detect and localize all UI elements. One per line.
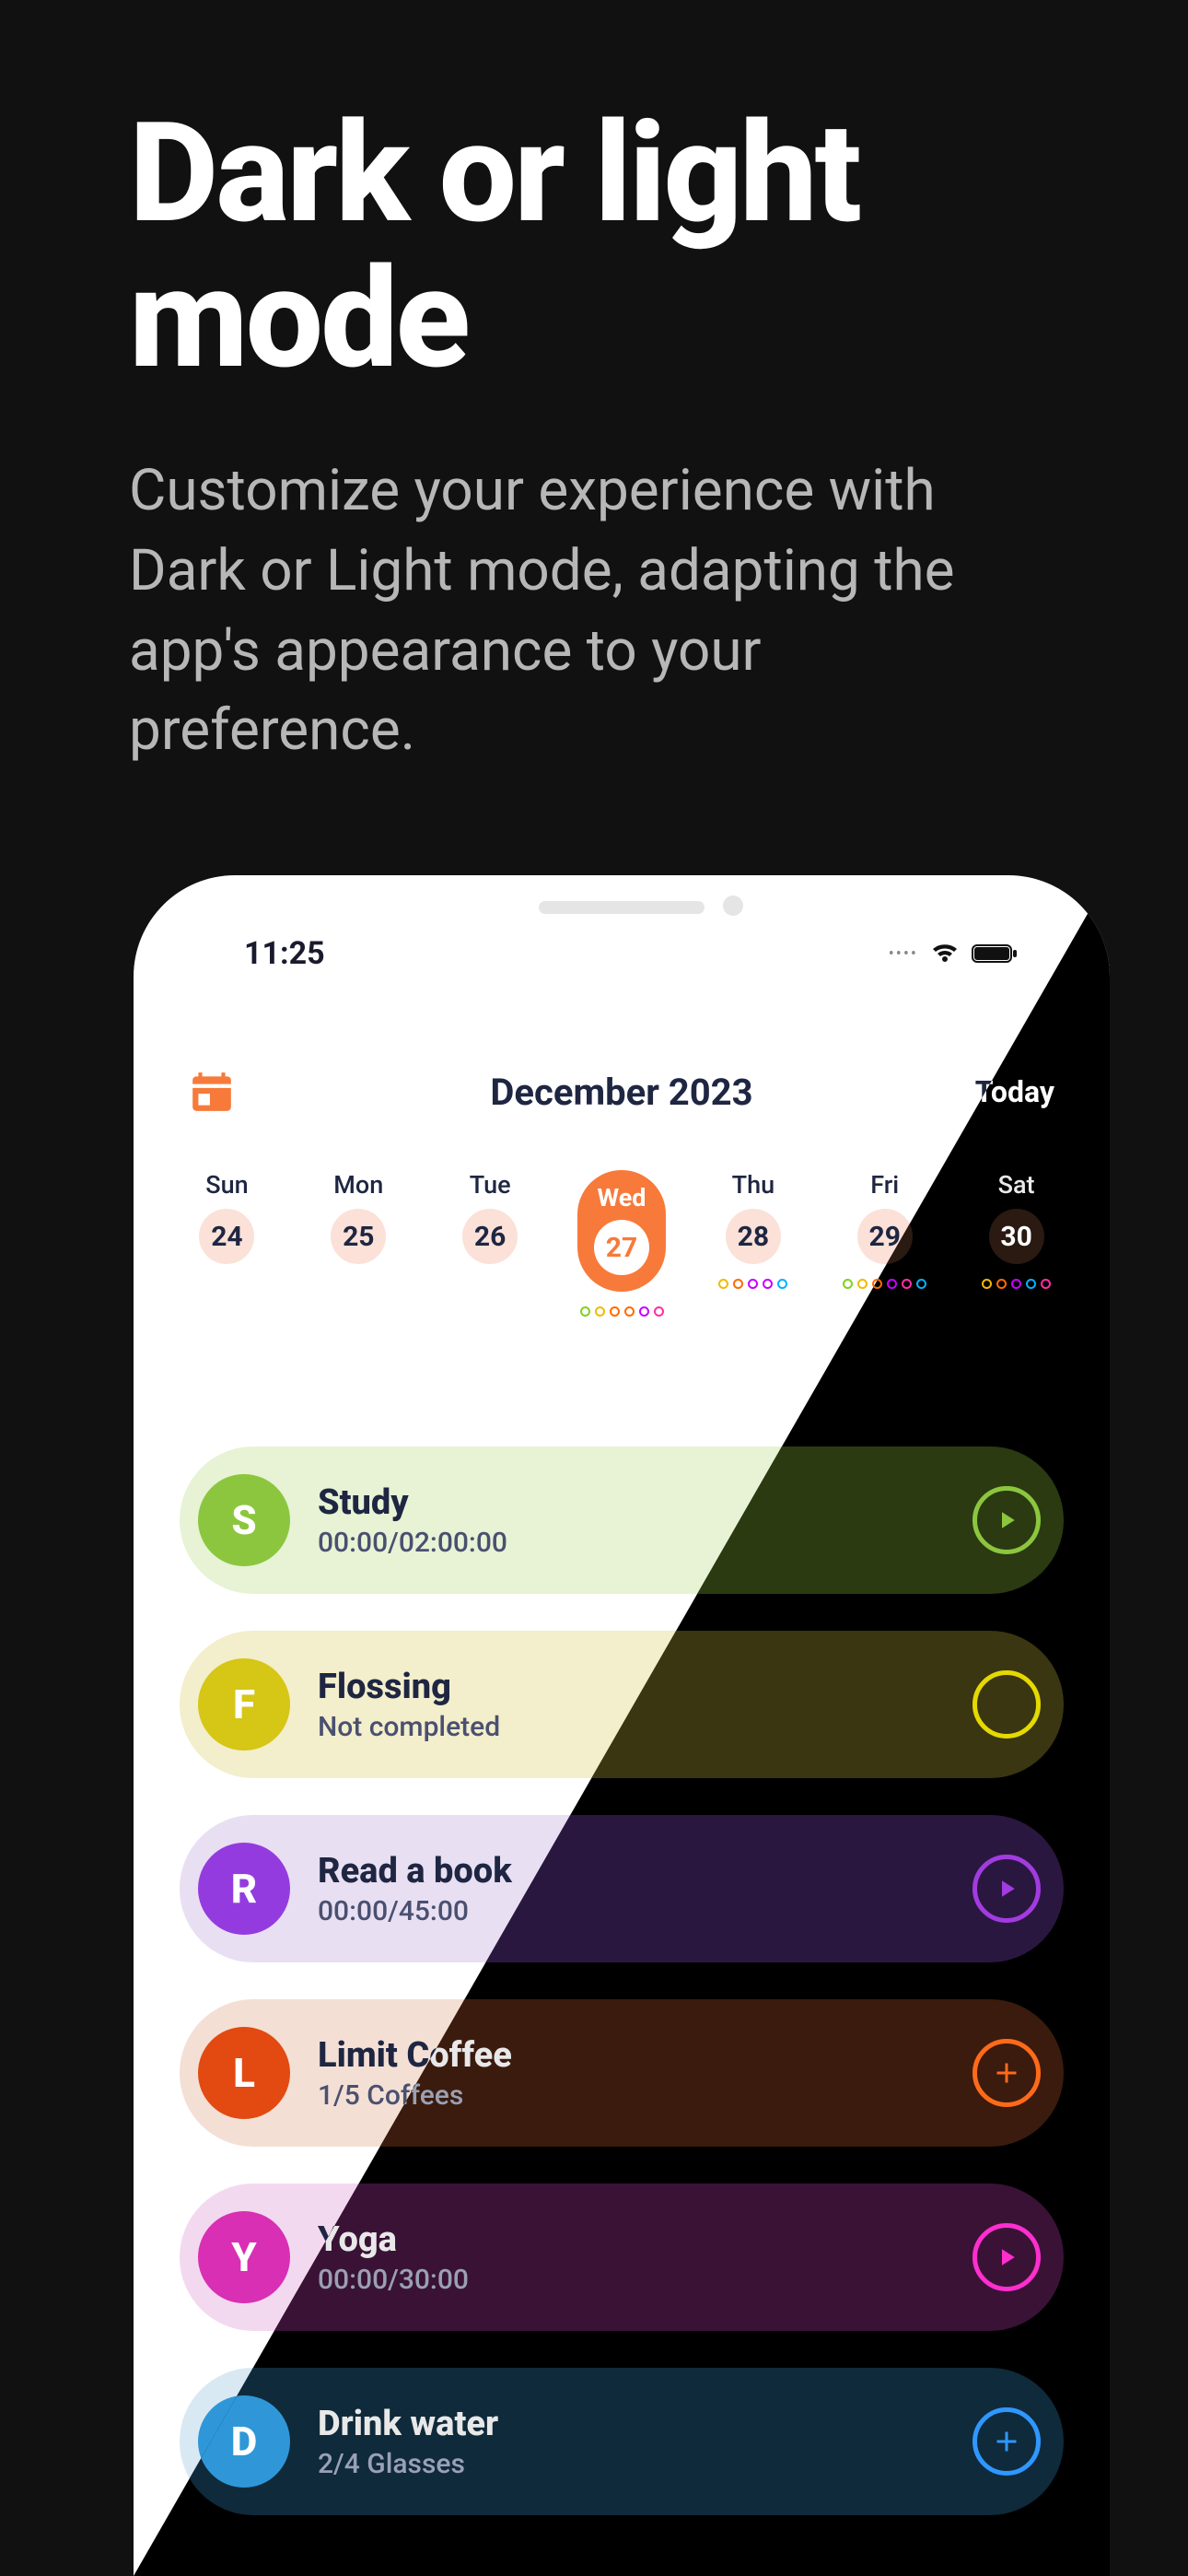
habit-action-play[interactable] [973,1486,1041,1554]
habit-badge: R [198,1843,290,1935]
calendar-icon[interactable] [189,1069,235,1115]
month-label: December 2023 [490,1071,752,1114]
habit-title: Yoga [318,2219,469,2260]
habit-subtitle: 2/4 Glasses [318,2448,498,2480]
day-of-week: Wed [598,1183,646,1212]
habit-dots [580,1306,664,1319]
habit-action-plus[interactable] [973,2039,1041,2107]
habit-action-plus[interactable] [973,2407,1041,2476]
habit-dots [982,1279,1051,1292]
cellular-icon: •••• [889,944,918,964]
habit-badge: Y [198,2211,290,2303]
calendar-header: December 2023 Today [134,1069,1110,1115]
day-of-month: 30 [989,1209,1044,1264]
notch-icon [539,901,705,914]
day-of-week: Sat [998,1170,1035,1200]
status-time: 11:25 [244,935,325,972]
habit-subtitle: Not completed [318,1711,500,1743]
day-of-month: 27 [594,1220,649,1275]
phone-mockup: 11:25 •••• December 2023 Today Sun 24 [134,875,1110,2576]
habit-badge: L [198,2027,290,2119]
promo-title: Dark or light mode [129,101,1050,392]
day-column[interactable]: Thu 28 [687,1170,819,1319]
habit-subtitle: 00:00/45:00 [318,1895,512,1927]
day-of-week: Fri [870,1170,899,1200]
habit-subtitle: 00:00/30:00 [318,2264,469,2296]
day-of-week: Mon [333,1170,383,1200]
promo-subtitle: Customize your experience with Dark or L… [129,451,1059,771]
habit-title: Drink water [318,2404,498,2444]
habit-badge: F [198,1658,290,1751]
day-of-month: 24 [199,1209,254,1264]
day-of-month: 25 [331,1209,386,1264]
habit-subtitle: 00:00/02:00:00 [318,1527,507,1559]
day-of-month: 28 [726,1209,781,1264]
habit-badge: S [198,1474,290,1566]
day-of-week: Sun [205,1170,248,1200]
habit-title: Study [318,1482,507,1523]
battery-icon [972,943,1018,965]
status-bar: 11:25 •••• [134,926,1110,981]
habit-action-play[interactable] [973,1855,1041,1923]
day-of-week: Thu [732,1170,775,1200]
habit-action-play[interactable] [973,2223,1041,2291]
habit-title: Flossing [318,1667,500,1707]
day-column[interactable]: Mon 25 [293,1170,425,1319]
day-column[interactable]: Wed 27 [556,1170,688,1319]
day-column[interactable]: Sat 30 [950,1170,1082,1319]
day-of-week: Tue [470,1170,511,1200]
habit-dots [718,1279,787,1292]
habit-card[interactable]: D Drink water 2/4 Glasses [180,2368,1064,2515]
habit-action-circle[interactable] [973,1670,1041,1739]
day-of-month: 26 [462,1209,518,1264]
habit-title: Read a book [318,1851,512,1891]
camera-dot-icon [723,896,743,916]
day-column[interactable]: Sun 24 [161,1170,293,1319]
wifi-icon [931,943,959,965]
day-column[interactable]: Tue 26 [425,1170,556,1319]
